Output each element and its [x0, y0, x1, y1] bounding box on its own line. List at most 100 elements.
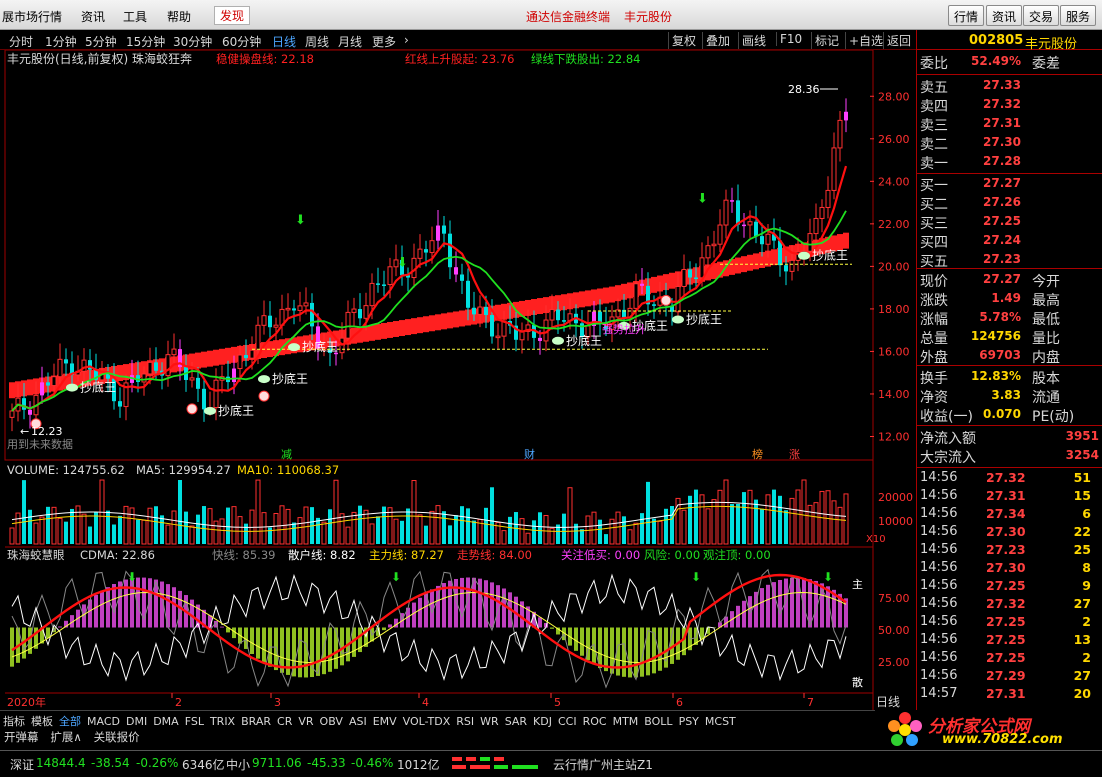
tick-row: 14:56 27.34 6 [917, 506, 1102, 524]
zx-index-label[interactable]: 中小 [226, 756, 250, 773]
bottom-signal-icon[interactable] [66, 383, 78, 392]
bottom-signal-icon[interactable] [204, 406, 216, 415]
indicator-tab-macd[interactable]: MACD [84, 713, 123, 728]
sz-index-amount: 6346亿 [182, 758, 225, 772]
stat-value: 27.27 [983, 272, 1021, 286]
indicator-tab-trix[interactable]: TRIX [207, 713, 238, 728]
related-quotes-button[interactable]: 关联报价 [90, 728, 144, 746]
bottom-signal-icon[interactable] [798, 251, 810, 260]
cdma-top: 观注顶: 0.00 [703, 548, 771, 562]
add-watchlist-button[interactable]: +自选 [845, 32, 886, 49]
tick-volume: 27 [1073, 596, 1091, 611]
tab-period-monthly[interactable]: 月线 [338, 33, 362, 50]
cdma-bar [100, 590, 104, 628]
bottom-signal-icon[interactable] [672, 315, 684, 324]
overlay-button[interactable]: 叠加 [702, 32, 733, 49]
news-button[interactable]: 资讯 [986, 5, 1023, 26]
stat-row: 收益(一) 0.070 PE(动) [917, 406, 1102, 425]
indicator-tab-sar[interactable]: SAR [502, 713, 530, 728]
tab-period-1min[interactable]: 1分钟 [45, 33, 77, 50]
volume-bar [831, 500, 837, 545]
indicator-tab-fsl[interactable]: FSL [182, 713, 207, 728]
tab-period-intraday[interactable]: 分时 [9, 33, 33, 50]
bottom-signal-icon[interactable] [258, 375, 270, 384]
indicator-tab-asi[interactable]: ASI [346, 713, 370, 728]
bid-level[interactable]: 买三 27.25 [917, 213, 1102, 232]
indicator-tab-dmi[interactable]: DMI [123, 713, 150, 728]
indicator-tab-brar[interactable]: BRAR [238, 713, 274, 728]
volume-bar [801, 479, 807, 545]
event-finance[interactable]: 财 [524, 447, 535, 461]
indicator-tab-全部[interactable]: 全部 [56, 711, 84, 729]
indicator-tab-vr[interactable]: VR [295, 713, 316, 728]
mark-button[interactable]: 标记 [811, 32, 842, 49]
buy-point-icon[interactable] [258, 390, 270, 402]
fq-button[interactable]: 复权 [668, 32, 699, 49]
f10-button[interactable]: F10 [776, 32, 805, 46]
chart-area[interactable]: 丰元股份(日线,前复权) 珠海蛟狂奔 稳健操盘线: 22.18 红线上升股起: … [0, 49, 918, 710]
tab-period-60min[interactable]: 60分钟 [222, 33, 261, 50]
expand-toggle[interactable]: 扩展∧ [46, 728, 85, 746]
trade-button[interactable]: 交易 [1023, 5, 1060, 26]
indicator-tab-emv[interactable]: EMV [370, 713, 400, 728]
indicator-tab-wr[interactable]: WR [477, 713, 502, 728]
bottom-signal-icon[interactable] [288, 343, 300, 352]
menu-tools[interactable]: 工具 [123, 8, 147, 25]
candle-body [633, 283, 639, 309]
indicator-tab-模板[interactable]: 模板 [28, 711, 56, 729]
menu-news[interactable]: 资讯 [81, 8, 105, 25]
indicator-tab-mtm[interactable]: MTM [610, 713, 642, 728]
indicator-tab-obv[interactable]: OBV [317, 713, 346, 728]
buy-point-icon[interactable] [186, 403, 198, 415]
menu-help[interactable]: 帮助 [167, 8, 191, 25]
draw-line-button[interactable]: 画线 [738, 32, 769, 49]
bid-level[interactable]: 买四 27.24 [917, 232, 1102, 251]
event-reduce[interactable]: 减 [281, 448, 292, 461]
bid-level[interactable]: 买二 27.26 [917, 194, 1102, 213]
chevron-right-icon[interactable]: › [404, 33, 409, 47]
indicator-tab-指标[interactable]: 指标 [0, 711, 28, 729]
low-price-label: 12.23 [31, 425, 63, 438]
cdma-value: CDMA: 22.86 [80, 548, 155, 562]
indicator-tab-psy[interactable]: PSY [676, 713, 702, 728]
ask-level[interactable]: 卖五 27.33 [917, 77, 1102, 96]
kline-chart-svg[interactable]: 丰元股份(日线,前复权) 珠海蛟狂奔 稳健操盘线: 22.18 红线上升股起: … [0, 49, 918, 710]
volume-bar [747, 489, 753, 545]
bid-level[interactable]: 买一 27.27 [917, 175, 1102, 194]
indicator-tab-rsi[interactable]: RSI [453, 713, 477, 728]
ask-level[interactable]: 卖三 27.31 [917, 115, 1102, 134]
bottom-signal-icon[interactable] [552, 336, 564, 345]
back-button[interactable]: 返回 [883, 32, 914, 49]
event-limit-up[interactable]: 涨 [789, 448, 800, 461]
danmaku-toggle[interactable]: 开弹幕 [0, 728, 43, 746]
band-segment [585, 290, 591, 307]
tab-period-daily[interactable]: 日线 [272, 33, 296, 50]
indicator-tab-boll[interactable]: BOLL [641, 713, 675, 728]
service-button[interactable]: 服务 [1060, 5, 1097, 26]
indicator-tab-cr[interactable]: CR [274, 713, 295, 728]
indicator-tab-mcst[interactable]: MCST [702, 713, 739, 728]
indicator-tab-roc[interactable]: ROC [580, 713, 610, 728]
indicator-tab-dma[interactable]: DMA [150, 713, 182, 728]
sz-index-label[interactable]: 深证 [10, 756, 34, 773]
tab-period-weekly[interactable]: 周线 [305, 33, 329, 50]
candle-body [640, 283, 644, 286]
ask-level[interactable]: 卖四 27.32 [917, 96, 1102, 115]
indicator-tab-vol-tdx[interactable]: VOL-TDX [400, 713, 454, 728]
buy-point-icon[interactable] [660, 294, 672, 306]
indicator-tab-kdj[interactable]: KDJ [530, 713, 555, 728]
server-status[interactable]: 云行情广州主站Z1 [553, 756, 653, 773]
ask-level[interactable]: 卖二 27.30 [917, 134, 1102, 153]
quote-button[interactable]: 行情 [948, 5, 985, 26]
menu-discover[interactable]: 发现 [214, 6, 251, 25]
event-board[interactable]: 榜 [752, 447, 763, 461]
tab-period-5min[interactable]: 5分钟 [85, 33, 117, 50]
menu-market[interactable]: 展市场行情 [2, 8, 62, 25]
stat-label: 现价 [920, 274, 948, 290]
indicator-tab-cci[interactable]: CCI [555, 713, 580, 728]
ask-level[interactable]: 卖一 27.28 [917, 153, 1102, 172]
tab-period-30min[interactable]: 30分钟 [173, 33, 212, 50]
tab-period-more[interactable]: 更多 [372, 33, 396, 50]
volume-bar [46, 506, 50, 544]
tab-period-15min[interactable]: 15分钟 [126, 33, 165, 50]
